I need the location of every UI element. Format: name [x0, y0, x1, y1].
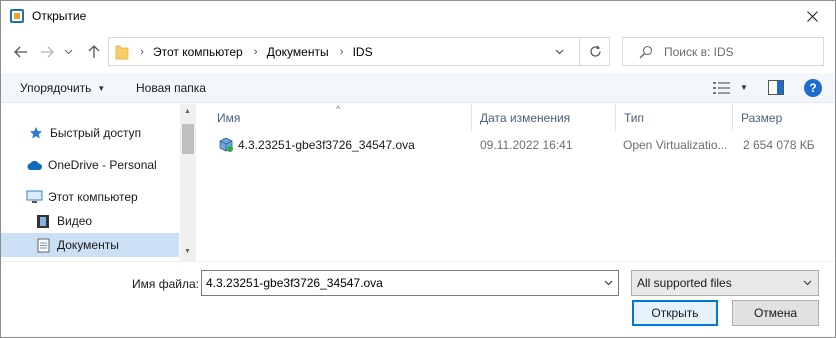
cancel-button[interactable]: Отмена: [732, 300, 819, 326]
nav-item-label: OneDrive - Personal: [48, 158, 157, 172]
column-header-label: Размер: [741, 110, 783, 125]
video-icon: [34, 213, 52, 229]
filename-value: 4.3.23251-gbe3f3726_34547.ova: [206, 276, 383, 290]
chevron-right-icon[interactable]: ›: [135, 46, 149, 58]
scrollbar-thumb[interactable]: [182, 124, 194, 154]
chevron-down-icon: [604, 280, 612, 286]
refresh-icon: [589, 45, 601, 57]
back-button[interactable]: [10, 41, 32, 63]
refresh-button[interactable]: [579, 38, 610, 65]
arrow-up-icon: [88, 45, 100, 58]
chevron-down-icon: [803, 280, 811, 286]
breadcrumb-this-pc[interactable]: Этот компьютер: [149, 45, 249, 59]
close-icon: [806, 11, 818, 22]
title-bar: Открытие: [1, 1, 835, 32]
navigation-pane: Быстрый доступ OneDrive - Personal Этот …: [1, 104, 197, 261]
navigation-scrollbar[interactable]: ▲ ▼: [180, 104, 196, 261]
file-name: 4.3.23251-gbe3f3726_34547.ova: [238, 138, 415, 152]
close-button[interactable]: [789, 1, 835, 32]
computer-icon: [25, 189, 43, 205]
view-caret-down-icon[interactable]: ▼: [740, 83, 748, 92]
divider: [1, 261, 835, 262]
cancel-button-label: Отмена: [753, 306, 798, 320]
table-row[interactable]: 4.3.23251-gbe3f3726_34547.ova 09.11.2022…: [198, 134, 835, 156]
cloud-icon: [25, 157, 43, 173]
breadcrumb-ids[interactable]: IDS: [349, 45, 379, 59]
ova-package-icon: [219, 137, 233, 152]
up-button[interactable]: [83, 41, 105, 63]
help-icon[interactable]: ?: [804, 79, 822, 97]
nav-item-label: Документы: [57, 238, 119, 252]
filename-label: Имя файла:: [132, 277, 199, 291]
chevron-right-icon[interactable]: ›: [335, 46, 349, 58]
filename-dropdown-button[interactable]: [601, 277, 615, 289]
filter-value: All supported files: [637, 276, 732, 290]
organize-label: Упорядочить: [20, 81, 92, 95]
arrow-left-icon: [14, 46, 27, 58]
nav-item-label: Быстрый доступ: [50, 126, 142, 140]
column-header-type[interactable]: Тип: [616, 104, 733, 131]
new-folder-label: Новая папка: [136, 81, 206, 95]
arrow-right-icon: [41, 46, 54, 58]
organize-button[interactable]: Упорядочить ▼: [20, 81, 105, 95]
scroll-up-icon[interactable]: ▲: [184, 108, 191, 115]
document-icon: [34, 237, 52, 253]
search-icon: [639, 45, 653, 59]
chevron-right-icon[interactable]: ›: [249, 46, 263, 58]
search-placeholder: Поиск в: IDS: [664, 45, 734, 59]
new-folder-button[interactable]: Новая папка: [136, 81, 206, 95]
column-header-size[interactable]: Размер: [733, 104, 833, 131]
window-title: Открытие: [32, 9, 87, 23]
search-box[interactable]: Поиск в: IDS: [622, 37, 824, 66]
breadcrumb-documents[interactable]: Документы: [263, 45, 335, 59]
toolbar: Упорядочить ▼ Новая папка ▼ ?: [1, 73, 835, 103]
virtualbox-app-icon: [10, 9, 24, 23]
address-bar[interactable]: › Этот компьютер › Документы › IDS: [108, 37, 610, 66]
address-history-button[interactable]: [548, 43, 570, 61]
file-size: 2 654 078 КБ: [743, 138, 815, 152]
open-button[interactable]: Открыть: [632, 300, 718, 326]
nav-item-label: Этот компьютер: [48, 190, 138, 204]
forward-button[interactable]: [36, 41, 58, 63]
column-header-label: Имя: [217, 110, 241, 125]
breadcrumb: › Этот компьютер › Документы › IDS: [135, 38, 379, 65]
star-icon: [27, 125, 45, 141]
view-options-icon[interactable]: [713, 81, 731, 95]
file-type: Open Virtualizatio...: [623, 138, 728, 152]
chevron-down-icon: [555, 49, 563, 55]
nav-item-video[interactable]: Видео: [1, 209, 179, 233]
nav-item-onedrive[interactable]: OneDrive - Personal: [1, 153, 179, 177]
file-date: 09.11.2022 16:41: [480, 138, 573, 152]
nav-item-quick-access[interactable]: Быстрый доступ: [1, 121, 179, 145]
nav-item-this-pc[interactable]: Этот компьютер: [1, 185, 179, 209]
file-list: ^ Имя Дата изменения Тип Размер 4.3.2325…: [198, 104, 835, 261]
open-file-dialog: Открытие › Этот компьютер › Документы › …: [0, 0, 836, 338]
column-header-date[interactable]: Дата изменения: [472, 104, 616, 131]
column-header-label: Тип: [624, 110, 645, 125]
nav-item-label: Видео: [57, 214, 93, 228]
filter-dropdown-button[interactable]: [800, 277, 814, 289]
chevron-down-icon: [64, 49, 72, 55]
column-header-name[interactable]: Имя: [209, 104, 472, 131]
scroll-down-icon[interactable]: ▼: [184, 248, 191, 255]
folder-icon: [115, 45, 129, 60]
file-type-filter[interactable]: All supported files: [631, 270, 819, 296]
caret-down-icon: ▼: [97, 83, 106, 93]
column-header-label: Дата изменения: [480, 110, 571, 125]
filename-input[interactable]: 4.3.23251-gbe3f3726_34547.ova: [201, 270, 619, 296]
preview-pane-icon[interactable]: [768, 80, 784, 95]
open-button-label: Открыть: [651, 306, 699, 320]
recent-locations-button[interactable]: [61, 41, 75, 63]
nav-item-documents[interactable]: Документы: [1, 233, 179, 257]
